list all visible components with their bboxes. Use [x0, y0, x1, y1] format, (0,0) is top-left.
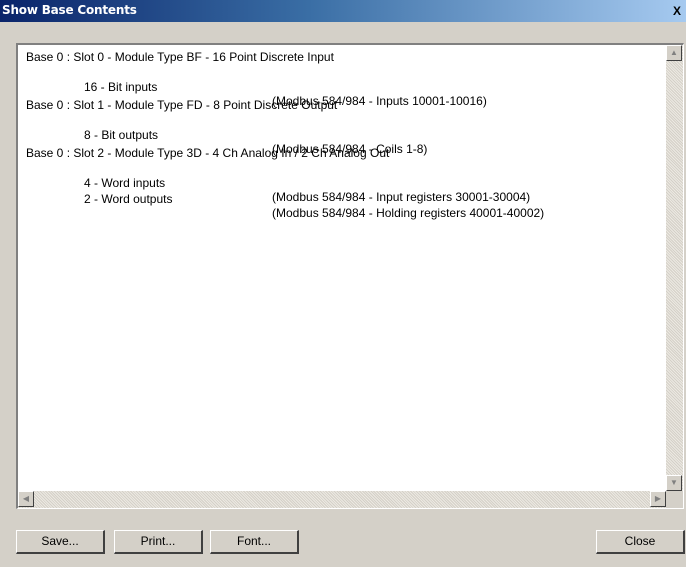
window-title: Show Base Contents [2, 3, 137, 17]
line-slot-2-io-out: 2 - Word outputs [84, 192, 173, 206]
line-slot-2-modbus-out: (Modbus 584/984 - Holding registers 4000… [272, 206, 545, 220]
close-button[interactable]: Close [596, 530, 685, 554]
scroll-right-icon[interactable]: ▶ [650, 491, 666, 507]
scroll-down-icon[interactable]: ▼ [666, 475, 682, 491]
save-button[interactable]: Save... [16, 530, 105, 554]
scroll-up-icon[interactable]: ▲ [666, 45, 682, 61]
line-slot-2-modbus-in: (Modbus 584/984 - Input registers 30001-… [272, 190, 531, 204]
line-slot-1-io: 8 - Bit outputs [84, 128, 159, 142]
scrollbar-corner [666, 491, 683, 508]
contents-text-area: Base 0 : Slot 0 - Module Type BF - 16 Po… [18, 45, 666, 491]
contents-listbox[interactable]: Base 0 : Slot 0 - Module Type BF - 16 Po… [16, 43, 684, 509]
dialog-body: Base 0 : Slot 0 - Module Type BF - 16 Po… [0, 22, 686, 567]
vertical-scrollbar[interactable]: ▲ ▼ [666, 45, 683, 491]
font-button[interactable]: Font... [210, 530, 299, 554]
line-slot-2-io-in: 4 - Word inputs [84, 176, 166, 190]
print-button[interactable]: Print... [114, 530, 203, 554]
line-slot-2: Base 0 : Slot 2 - Module Type 3D - 4 Ch … [26, 146, 390, 160]
line-slot-0-io: 16 - Bit inputs [84, 80, 158, 94]
horizontal-scrollbar[interactable]: ◀ ▶ [18, 491, 666, 508]
close-icon[interactable]: X [670, 3, 684, 19]
scroll-left-icon[interactable]: ◀ [18, 491, 34, 507]
line-slot-1: Base 0 : Slot 1 - Module Type FD - 8 Poi… [26, 98, 338, 112]
line-slot-2-detail-out: 2 - Word outputs (Modbus 584/984 - Holdi… [26, 178, 544, 234]
title-bar[interactable]: Show Base Contents X [0, 0, 686, 22]
line-slot-0: Base 0 : Slot 0 - Module Type BF - 16 Po… [26, 50, 334, 64]
